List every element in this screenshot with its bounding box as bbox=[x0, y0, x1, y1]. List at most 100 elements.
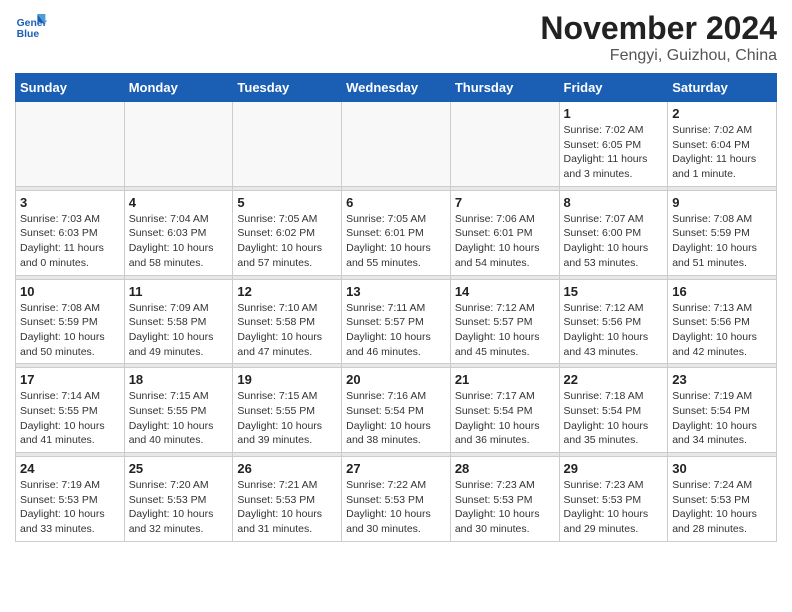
calendar: SundayMondayTuesdayWednesdayThursdayFrid… bbox=[15, 73, 777, 542]
calendar-week-1: 1Sunrise: 7:02 AM Sunset: 6:05 PM Daylig… bbox=[16, 102, 777, 187]
day-info: Sunrise: 7:06 AM Sunset: 6:01 PM Dayligh… bbox=[455, 212, 555, 271]
logo-icon: General Blue bbox=[15, 10, 47, 42]
day-number: 19 bbox=[237, 372, 337, 387]
day-info: Sunrise: 7:05 AM Sunset: 6:01 PM Dayligh… bbox=[346, 212, 446, 271]
day-number: 12 bbox=[237, 284, 337, 299]
day-number: 17 bbox=[20, 372, 120, 387]
day-info: Sunrise: 7:18 AM Sunset: 5:54 PM Dayligh… bbox=[564, 389, 664, 448]
calendar-cell: 9 Sunrise: 7:08 AM Sunset: 5:59 PM Daylig… bbox=[668, 190, 777, 275]
day-header-tuesday: Tuesday bbox=[233, 74, 342, 102]
day-number: 3 bbox=[20, 195, 120, 210]
day-number: 16 bbox=[672, 284, 772, 299]
day-number: 13 bbox=[346, 284, 446, 299]
calendar-cell: 8 Sunrise: 7:07 AM Sunset: 6:00 PM Daylig… bbox=[559, 190, 668, 275]
calendar-cell: 24 Sunrise: 7:19 AM Sunset: 5:53 PM Dayli… bbox=[16, 457, 125, 542]
calendar-week-2: 3Sunrise: 7:03 AM Sunset: 6:03 PM Daylig… bbox=[16, 190, 777, 275]
day-number: 15 bbox=[564, 284, 664, 299]
day-number: 24 bbox=[20, 461, 120, 476]
day-info: Sunrise: 7:23 AM Sunset: 5:53 PM Dayligh… bbox=[455, 478, 555, 537]
day-number: 28 bbox=[455, 461, 555, 476]
calendar-cell: 10 Sunrise: 7:08 AM Sunset: 5:59 PM Dayli… bbox=[16, 279, 125, 364]
calendar-cell: 7Sunrise: 7:06 AM Sunset: 6:01 PM Daylig… bbox=[450, 190, 559, 275]
day-number: 9 bbox=[672, 195, 772, 210]
calendar-cell bbox=[450, 102, 559, 187]
day-number: 8 bbox=[564, 195, 664, 210]
day-info: Sunrise: 7:20 AM Sunset: 5:53 PM Dayligh… bbox=[129, 478, 229, 537]
day-info: Sunrise: 7:23 AM Sunset: 5:53 PM Dayligh… bbox=[564, 478, 664, 537]
calendar-week-4: 17 Sunrise: 7:14 AM Sunset: 5:55 PM Dayli… bbox=[16, 368, 777, 453]
day-number: 1 bbox=[564, 106, 664, 121]
calendar-cell: 17 Sunrise: 7:14 AM Sunset: 5:55 PM Dayli… bbox=[16, 368, 125, 453]
calendar-cell: 15 Sunrise: 7:12 AM Sunset: 5:56 PM Dayli… bbox=[559, 279, 668, 364]
day-number: 2 bbox=[672, 106, 772, 121]
day-info: Sunrise: 7:21 AM Sunset: 5:53 PM Dayligh… bbox=[237, 478, 337, 537]
calendar-cell: 13Sunrise: 7:11 AM Sunset: 5:57 PM Dayli… bbox=[342, 279, 451, 364]
calendar-cell: 2 Sunrise: 7:02 AM Sunset: 6:04 PM Daylig… bbox=[668, 102, 777, 187]
calendar-cell: 22 Sunrise: 7:18 AM Sunset: 5:54 PM Dayli… bbox=[559, 368, 668, 453]
day-header-monday: Monday bbox=[124, 74, 233, 102]
calendar-cell bbox=[233, 102, 342, 187]
calendar-header-row: SundayMondayTuesdayWednesdayThursdayFrid… bbox=[16, 74, 777, 102]
calendar-cell: 3Sunrise: 7:03 AM Sunset: 6:03 PM Daylig… bbox=[16, 190, 125, 275]
page-header: General Blue November 2024 Fengyi, Guizh… bbox=[15, 10, 777, 65]
calendar-cell: 29Sunrise: 7:23 AM Sunset: 5:53 PM Dayli… bbox=[559, 457, 668, 542]
day-info: Sunrise: 7:16 AM Sunset: 5:54 PM Dayligh… bbox=[346, 389, 446, 448]
calendar-cell: 5 Sunrise: 7:05 AM Sunset: 6:02 PM Daylig… bbox=[233, 190, 342, 275]
calendar-cell: 11 Sunrise: 7:09 AM Sunset: 5:58 PM Dayli… bbox=[124, 279, 233, 364]
day-info: Sunrise: 7:15 AM Sunset: 5:55 PM Dayligh… bbox=[237, 389, 337, 448]
day-info: Sunrise: 7:13 AM Sunset: 5:56 PM Dayligh… bbox=[672, 301, 772, 360]
calendar-cell: 18Sunrise: 7:15 AM Sunset: 5:55 PM Dayli… bbox=[124, 368, 233, 453]
calendar-cell: 23Sunrise: 7:19 AM Sunset: 5:54 PM Dayli… bbox=[668, 368, 777, 453]
day-number: 10 bbox=[20, 284, 120, 299]
day-number: 5 bbox=[237, 195, 337, 210]
calendar-cell: 28 Sunrise: 7:23 AM Sunset: 5:53 PM Dayli… bbox=[450, 457, 559, 542]
day-number: 25 bbox=[129, 461, 229, 476]
day-header-thursday: Thursday bbox=[450, 74, 559, 102]
day-info: Sunrise: 7:19 AM Sunset: 5:54 PM Dayligh… bbox=[672, 389, 772, 448]
calendar-cell: 14 Sunrise: 7:12 AM Sunset: 5:57 PM Dayli… bbox=[450, 279, 559, 364]
day-info: Sunrise: 7:24 AM Sunset: 5:53 PM Dayligh… bbox=[672, 478, 772, 537]
day-info: Sunrise: 7:14 AM Sunset: 5:55 PM Dayligh… bbox=[20, 389, 120, 448]
calendar-cell: 30 Sunrise: 7:24 AM Sunset: 5:53 PM Dayli… bbox=[668, 457, 777, 542]
day-header-sunday: Sunday bbox=[16, 74, 125, 102]
day-info: Sunrise: 7:02 AM Sunset: 6:04 PM Dayligh… bbox=[672, 123, 772, 182]
calendar-cell: 4Sunrise: 7:04 AM Sunset: 6:03 PM Daylig… bbox=[124, 190, 233, 275]
calendar-week-5: 24 Sunrise: 7:19 AM Sunset: 5:53 PM Dayli… bbox=[16, 457, 777, 542]
calendar-cell: 25 Sunrise: 7:20 AM Sunset: 5:53 PM Dayli… bbox=[124, 457, 233, 542]
title-block: November 2024 Fengyi, Guizhou, China bbox=[540, 10, 777, 65]
day-number: 4 bbox=[129, 195, 229, 210]
day-number: 30 bbox=[672, 461, 772, 476]
day-info: Sunrise: 7:05 AM Sunset: 6:02 PM Dayligh… bbox=[237, 212, 337, 271]
calendar-cell: 1Sunrise: 7:02 AM Sunset: 6:05 PM Daylig… bbox=[559, 102, 668, 187]
calendar-cell bbox=[342, 102, 451, 187]
day-info: Sunrise: 7:12 AM Sunset: 5:57 PM Dayligh… bbox=[455, 301, 555, 360]
calendar-cell: 19 Sunrise: 7:15 AM Sunset: 5:55 PM Dayli… bbox=[233, 368, 342, 453]
day-info: Sunrise: 7:19 AM Sunset: 5:53 PM Dayligh… bbox=[20, 478, 120, 537]
day-info: Sunrise: 7:22 AM Sunset: 5:53 PM Dayligh… bbox=[346, 478, 446, 537]
calendar-cell: 6 Sunrise: 7:05 AM Sunset: 6:01 PM Daylig… bbox=[342, 190, 451, 275]
day-info: Sunrise: 7:09 AM Sunset: 5:58 PM Dayligh… bbox=[129, 301, 229, 360]
day-info: Sunrise: 7:07 AM Sunset: 6:00 PM Dayligh… bbox=[564, 212, 664, 271]
location-title: Fengyi, Guizhou, China bbox=[540, 47, 777, 65]
day-number: 6 bbox=[346, 195, 446, 210]
svg-text:Blue: Blue bbox=[17, 29, 40, 40]
day-number: 22 bbox=[564, 372, 664, 387]
day-header-saturday: Saturday bbox=[668, 74, 777, 102]
day-info: Sunrise: 7:12 AM Sunset: 5:56 PM Dayligh… bbox=[564, 301, 664, 360]
calendar-week-3: 10 Sunrise: 7:08 AM Sunset: 5:59 PM Dayli… bbox=[16, 279, 777, 364]
logo: General Blue bbox=[15, 10, 47, 42]
day-number: 18 bbox=[129, 372, 229, 387]
day-number: 11 bbox=[129, 284, 229, 299]
day-number: 27 bbox=[346, 461, 446, 476]
day-header-friday: Friday bbox=[559, 74, 668, 102]
day-header-wednesday: Wednesday bbox=[342, 74, 451, 102]
day-info: Sunrise: 7:08 AM Sunset: 5:59 PM Dayligh… bbox=[20, 301, 120, 360]
day-info: Sunrise: 7:10 AM Sunset: 5:58 PM Dayligh… bbox=[237, 301, 337, 360]
calendar-cell: 27 Sunrise: 7:22 AM Sunset: 5:53 PM Dayli… bbox=[342, 457, 451, 542]
day-number: 20 bbox=[346, 372, 446, 387]
calendar-cell: 26Sunrise: 7:21 AM Sunset: 5:53 PM Dayli… bbox=[233, 457, 342, 542]
day-info: Sunrise: 7:08 AM Sunset: 5:59 PM Dayligh… bbox=[672, 212, 772, 271]
day-info: Sunrise: 7:17 AM Sunset: 5:54 PM Dayligh… bbox=[455, 389, 555, 448]
month-title: November 2024 bbox=[540, 10, 777, 47]
day-number: 14 bbox=[455, 284, 555, 299]
